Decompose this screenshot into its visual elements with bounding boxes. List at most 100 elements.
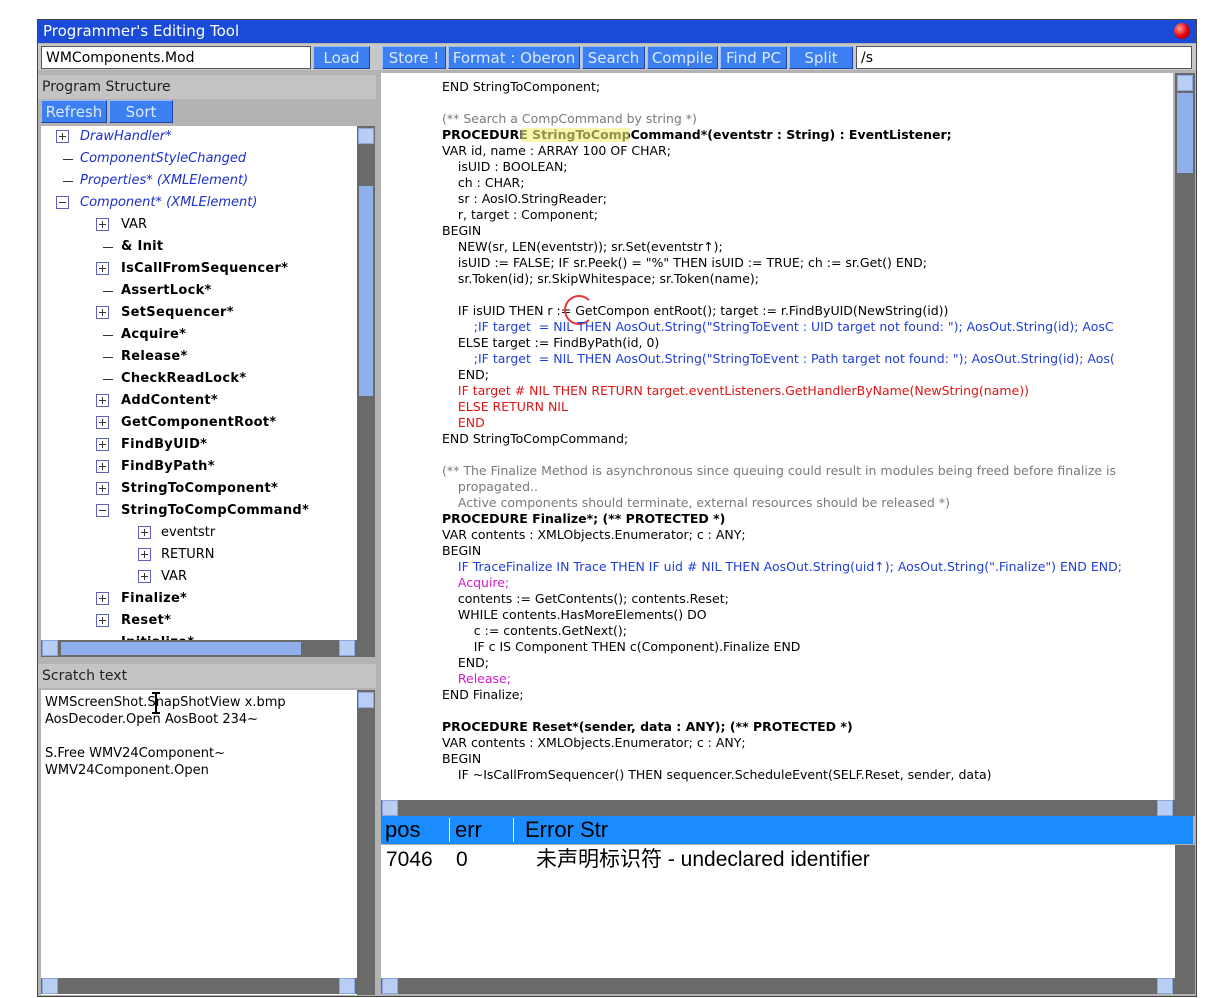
expand-icon[interactable]: [96, 614, 109, 627]
toolbar: WMComponents.Mod Load Store ! Format : O…: [38, 44, 1196, 70]
scroll-up-icon[interactable]: [358, 692, 374, 708]
code-line: VAR contents : XMLObjects.Enumerator; c …: [442, 527, 746, 542]
scratch-line: [45, 728, 369, 745]
scroll-left-icon[interactable]: [382, 978, 398, 994]
expand-icon[interactable]: [96, 416, 109, 429]
code-line: Acquire;: [442, 575, 510, 590]
scratch-textarea[interactable]: WMScreenShot.SnapShotView x.bmp AosDecod…: [41, 690, 373, 995]
code-line: BEGIN: [442, 751, 482, 766]
scratch-hscrollbar[interactable]: [41, 978, 375, 994]
code-line: isUID : BOOLEAN;: [442, 159, 568, 174]
search-highlight: [521, 128, 629, 142]
msg-column-header[interactable]: Error Str: [525, 816, 608, 844]
close-icon[interactable]: [1174, 23, 1190, 39]
code-line: ELSE target := FindByPath(id, 0): [442, 335, 660, 350]
expand-icon[interactable]: [138, 570, 151, 583]
scroll-up-icon[interactable]: [358, 128, 374, 144]
code-line: BEGIN: [442, 223, 482, 238]
store-button[interactable]: Store !: [382, 46, 446, 69]
code-line: c := contents.GetNext();: [442, 623, 627, 638]
expand-icon[interactable]: [138, 526, 151, 539]
expand-icon[interactable]: [138, 548, 151, 561]
text-cursor-icon: [152, 692, 160, 714]
tree-branch-icon: [63, 159, 73, 160]
code-line: IF c IS Component THEN c(Component).Fina…: [442, 639, 801, 654]
scroll-left-icon[interactable]: [42, 978, 58, 994]
structure-hscrollbar[interactable]: [41, 640, 375, 657]
expand-icon[interactable]: [96, 262, 109, 275]
code-line: IF target # NIL THEN RETURN target.event…: [442, 383, 1030, 398]
expand-icon[interactable]: [96, 592, 109, 605]
error-code: 0: [456, 848, 468, 871]
code-line: BEGIN: [442, 543, 482, 558]
scroll-up-icon[interactable]: [1177, 75, 1193, 91]
error-message: 未声明标识符 - undeclared identifier: [536, 848, 870, 871]
load-button[interactable]: Load: [313, 46, 370, 69]
scroll-thumb[interactable]: [1177, 93, 1193, 173]
code-line: END;: [442, 655, 489, 670]
scroll-right-icon[interactable]: [1157, 978, 1173, 994]
scroll-right-icon[interactable]: [339, 640, 355, 656]
editor-scrollbar[interactable]: [1175, 73, 1195, 800]
scratch-line: AosDecoder.Open AosBoot 234~: [45, 712, 259, 727]
error-list-scrollbar[interactable]: [1175, 845, 1195, 994]
expand-icon[interactable]: [96, 460, 109, 473]
code-line: ;IF target = NIL THEN AosOut.String("Str…: [442, 319, 1114, 334]
code-line: WHILE contents.HasMoreElements() DO: [442, 607, 707, 622]
scratch-header: Scratch text: [38, 664, 376, 688]
code-line: END;: [442, 367, 489, 382]
code-line: IF isUID THEN r := GetCompon entRoot(); …: [442, 303, 949, 318]
filename-input[interactable]: WMComponents.Mod: [41, 46, 311, 69]
editor-hscrollbar[interactable]: [381, 800, 1195, 816]
scratch-line: WMScreenShot.SnapShotView x.bmp: [45, 695, 286, 710]
format-button[interactable]: Format : Oberon: [448, 46, 580, 69]
scroll-thumb[interactable]: [61, 642, 301, 655]
scroll-left-icon[interactable]: [382, 800, 398, 816]
code-line: (** Search a CompCommand by string *): [442, 111, 697, 126]
expand-icon[interactable]: [96, 218, 109, 231]
code-line: VAR id, name : ARRAY 100 OF CHAR;: [442, 143, 671, 158]
error-list-hscrollbar[interactable]: [381, 978, 1195, 994]
error-row[interactable]: 7046 0 未声明标识符 - undeclared identifier: [381, 845, 1193, 875]
code-line: (** The Finalize Method is asynchronous …: [442, 463, 1117, 478]
code-line: r, target : Component;: [442, 207, 598, 222]
error-list-header: pos err Error Str: [381, 816, 1193, 844]
scroll-right-icon[interactable]: [339, 978, 355, 994]
split-button[interactable]: Split: [789, 46, 853, 69]
refresh-button[interactable]: Refresh: [41, 100, 107, 123]
collapse-icon[interactable]: [96, 504, 109, 517]
tree-branch-icon: [103, 357, 113, 358]
title-bar[interactable]: Programmer's Editing Tool: [38, 20, 1196, 43]
expand-icon[interactable]: [56, 130, 69, 143]
code-line: IF ~IsCallFromSequencer() THEN sequencer…: [442, 767, 992, 782]
code-line: END: [442, 415, 485, 430]
code-editor[interactable]: END StringToComponent; (** Search a Comp…: [381, 73, 1173, 800]
code-line: ELSE RETURN NIL: [442, 399, 568, 414]
pos-column-header[interactable]: pos: [385, 816, 420, 844]
sort-button[interactable]: Sort: [109, 100, 173, 123]
window-title: Programmer's Editing Tool: [43, 22, 240, 40]
expand-icon[interactable]: [96, 438, 109, 451]
code-line: END StringToComponent;: [442, 79, 601, 94]
compile-button[interactable]: Compile: [647, 46, 718, 69]
scratch-scrollbar[interactable]: [357, 690, 375, 995]
err-column-header[interactable]: err: [455, 816, 482, 844]
expand-icon[interactable]: [96, 394, 109, 407]
search-input[interactable]: /s: [856, 46, 1192, 69]
code-line: contents := GetContents(); contents.Rese…: [442, 591, 729, 606]
error-list: 7046 0 未声明标识符 - undeclared identifier: [381, 845, 1193, 994]
editor-window: Programmer's Editing Tool WMComponents.M…: [37, 19, 1197, 997]
collapse-icon[interactable]: [56, 196, 69, 209]
structure-scrollbar[interactable]: [357, 126, 375, 640]
expand-icon[interactable]: [96, 482, 109, 495]
scroll-left-icon[interactable]: [42, 640, 58, 656]
code-line: sr : AosIO.StringReader;: [442, 191, 607, 206]
scroll-thumb[interactable]: [359, 186, 373, 396]
scroll-right-icon[interactable]: [1157, 800, 1173, 816]
expand-icon[interactable]: [96, 306, 109, 319]
code-line: sr.Token(id); sr.SkipWhitespace; sr.Toke…: [442, 271, 759, 286]
search-button[interactable]: Search: [582, 46, 645, 69]
column-divider: [513, 818, 514, 842]
tree-branch-icon: [103, 335, 113, 336]
find-pc-button[interactable]: Find PC: [720, 46, 787, 69]
